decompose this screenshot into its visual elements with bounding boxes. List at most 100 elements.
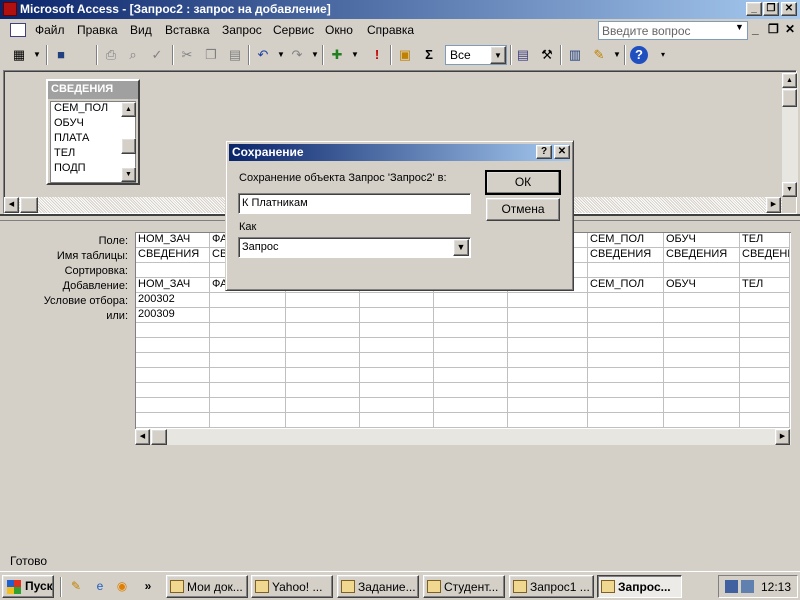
- grid-cell-empty[interactable]: [360, 413, 434, 428]
- print-preview-icon[interactable]: ⌕: [124, 46, 142, 64]
- properties-icon[interactable]: ▤: [514, 46, 532, 64]
- scroll-up-icon[interactable]: ▲: [782, 73, 797, 88]
- grid-cell-sort[interactable]: [740, 263, 790, 278]
- grid-cell-empty[interactable]: [740, 383, 790, 398]
- taskbar-button[interactable]: Yahoo! ...: [251, 575, 333, 598]
- chevron-down-icon[interactable]: ▼: [735, 22, 744, 32]
- grid-cell-empty[interactable]: [588, 413, 664, 428]
- grid-cell-sort[interactable]: [588, 263, 664, 278]
- grid-cell-empty[interactable]: [210, 353, 286, 368]
- media-player-icon[interactable]: ◉: [114, 578, 130, 594]
- scroll-left-icon[interactable]: ◀: [4, 197, 19, 213]
- ok-button[interactable]: ОК: [485, 170, 561, 195]
- menu-edit[interactable]: Правка: [77, 23, 118, 37]
- grid-cell-empty[interactable]: [286, 323, 360, 338]
- save-icon[interactable]: ■: [52, 46, 70, 64]
- dialog-title-bar[interactable]: Сохранение: [229, 144, 570, 161]
- show-table-icon[interactable]: ▣: [396, 46, 414, 64]
- cut-icon[interactable]: ✂: [178, 46, 196, 64]
- grid-cell-empty[interactable]: [434, 413, 508, 428]
- grid-cell-empty[interactable]: [664, 413, 740, 428]
- view-icon[interactable]: ▦: [10, 46, 28, 64]
- grid-cell-empty[interactable]: [136, 368, 210, 383]
- taskbar-button[interactable]: Мои док...: [166, 575, 248, 598]
- chevron-down-icon[interactable]: ▼: [453, 239, 469, 256]
- grid-cell-empty[interactable]: [434, 383, 508, 398]
- grid-cell-empty[interactable]: [286, 383, 360, 398]
- grid-cell-sort[interactable]: [664, 263, 740, 278]
- grid-cell-criteria[interactable]: [508, 293, 588, 308]
- grid-cell-empty[interactable]: [136, 323, 210, 338]
- grid-cell-criteria[interactable]: 200302: [136, 293, 210, 308]
- app-title-bar[interactable]: Microsoft Access - [Запрос2 : запрос на …: [0, 0, 800, 19]
- menu-window[interactable]: Окно: [325, 23, 353, 37]
- grid-cell-criteria[interactable]: [434, 293, 508, 308]
- grid-cell-empty[interactable]: [136, 413, 210, 428]
- grid-cell-empty[interactable]: [286, 353, 360, 368]
- field-list-scrollbar[interactable]: ▲ ▼: [121, 102, 136, 182]
- save-as-type-select[interactable]: Запрос ▼: [238, 237, 471, 258]
- grid-cell-append[interactable]: ТЕЛ: [740, 278, 790, 293]
- grid-cell-append[interactable]: ОБУЧ: [664, 278, 740, 293]
- grid-cell-field[interactable]: СЕМ_ПОЛ: [588, 233, 664, 248]
- new-object-icon[interactable]: ✎: [590, 46, 608, 64]
- grid-cell-empty[interactable]: [360, 323, 434, 338]
- mdi-minimize-button[interactable]: _: [752, 22, 759, 36]
- scroll-down-icon[interactable]: ▼: [121, 167, 136, 182]
- grid-cell-append[interactable]: НОМ_ЗАЧ: [136, 278, 210, 293]
- taskbar-button[interactable]: Запрос...: [597, 575, 682, 598]
- grid-cell-or[interactable]: [434, 308, 508, 323]
- totals-icon[interactable]: Σ: [420, 46, 438, 64]
- grid-cell-empty[interactable]: [136, 353, 210, 368]
- mdi-close-button[interactable]: ✕: [785, 22, 795, 36]
- volume-icon[interactable]: [741, 580, 754, 593]
- help-icon[interactable]: ?: [630, 46, 648, 64]
- grid-cell-criteria[interactable]: [360, 293, 434, 308]
- print-icon[interactable]: ⎙: [102, 46, 120, 64]
- grid-cell-empty[interactable]: [588, 338, 664, 353]
- grid-cell-empty[interactable]: [286, 398, 360, 413]
- chevron-down-icon[interactable]: ▼: [28, 46, 46, 64]
- field-list-item[interactable]: ОБУЧ: [51, 117, 135, 132]
- close-button[interactable]: ✕: [781, 2, 797, 16]
- query-type-icon[interactable]: ✚: [328, 46, 346, 64]
- grid-cell-empty[interactable]: [360, 353, 434, 368]
- grid-cell-empty[interactable]: [740, 368, 790, 383]
- spelling-icon[interactable]: ✓: [148, 46, 166, 64]
- grid-cell-criteria[interactable]: [588, 293, 664, 308]
- grid-cell-empty[interactable]: [210, 368, 286, 383]
- grid-cell-or[interactable]: [508, 308, 588, 323]
- grid-cell-empty[interactable]: [588, 353, 664, 368]
- grid-cell-empty[interactable]: [740, 338, 790, 353]
- chevron-down-icon[interactable]: ▼: [346, 46, 364, 64]
- grid-cell-criteria[interactable]: [740, 293, 790, 308]
- grid-cell-empty[interactable]: [664, 338, 740, 353]
- grid-cell-or[interactable]: [360, 308, 434, 323]
- grid-cell-empty[interactable]: [434, 338, 508, 353]
- grid-vertical-scrollbar[interactable]: [791, 226, 800, 445]
- grid-cell-empty[interactable]: [588, 368, 664, 383]
- grid-cell-empty[interactable]: [210, 383, 286, 398]
- upper-vertical-scrollbar[interactable]: ▲ ▼: [782, 73, 798, 197]
- scroll-right-icon[interactable]: ▶: [775, 429, 790, 445]
- grid-cell-or[interactable]: [664, 308, 740, 323]
- network-icon[interactable]: [725, 580, 738, 593]
- paste-icon[interactable]: ▤: [226, 46, 244, 64]
- ask-question-input[interactable]: Введите вопрос: [598, 21, 748, 40]
- taskbar-button[interactable]: Студент...: [423, 575, 505, 598]
- grid-cell-empty[interactable]: [588, 323, 664, 338]
- taskbar-button[interactable]: Запрос1 ...: [509, 575, 594, 598]
- grid-cell-field[interactable]: ТЕЛ: [740, 233, 790, 248]
- grid-cell-empty[interactable]: [508, 383, 588, 398]
- grid-cell-empty[interactable]: [286, 338, 360, 353]
- internet-explorer-icon[interactable]: e: [92, 578, 108, 594]
- grid-cell-table[interactable]: СВЕДЕНИЯ: [588, 248, 664, 263]
- grid-cell-empty[interactable]: [740, 398, 790, 413]
- grid-cell-empty[interactable]: [210, 398, 286, 413]
- grid-cell-table[interactable]: СВЕДЕНИЯ: [664, 248, 740, 263]
- dialog-help-button[interactable]: ?: [536, 145, 552, 159]
- database-window-icon[interactable]: ▥: [566, 46, 584, 64]
- grid-cell-or[interactable]: [210, 308, 286, 323]
- quicklaunch-icon[interactable]: ✎: [68, 578, 84, 594]
- start-button[interactable]: Пуск: [2, 575, 54, 598]
